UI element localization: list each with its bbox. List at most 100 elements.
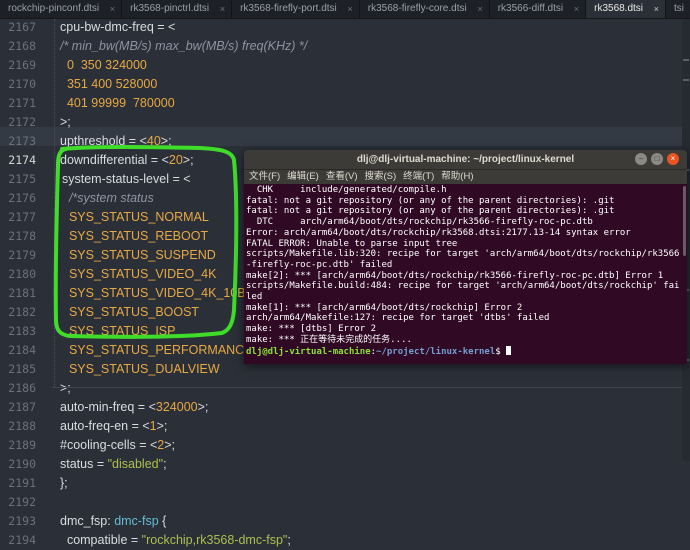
code-line[interactable]: dmc_fsp: dmc-fsp { bbox=[60, 512, 166, 531]
tab-close-icon[interactable]: × bbox=[110, 0, 115, 18]
code-token: status = bbox=[60, 457, 108, 471]
line-number: 2189 bbox=[8, 438, 36, 452]
terminal-line: scripts/Makefile.build:484: recipe for t… bbox=[246, 281, 680, 292]
code-line[interactable]: 351 400 528000 bbox=[60, 75, 157, 94]
code-token: SYS_STATUS_VIDEO_4K_10B bbox=[62, 286, 246, 300]
terminal-line: DTC arch/arm64/boot/dts/rockchip/rk3566-… bbox=[246, 217, 593, 228]
tab-4[interactable]: rk3566-diff.dtsi × bbox=[490, 0, 587, 18]
code-line[interactable]: SYS_STATUS_PERFORMANCE bbox=[62, 341, 253, 360]
line-number: 2191 bbox=[8, 476, 36, 490]
line-number: 2168 bbox=[8, 39, 36, 53]
terminal-line: fatal: not a git repository (or any of t… bbox=[246, 195, 615, 206]
terminal-scrollbar[interactable] bbox=[683, 186, 686, 256]
code-line[interactable]: SYS_STATUS_SUSPEND bbox=[62, 246, 216, 265]
line-number: 2186 bbox=[8, 381, 36, 395]
terminal-menu-item-2[interactable]: 查看(V) bbox=[324, 170, 363, 184]
code-token: >; bbox=[160, 134, 172, 148]
code-line[interactable]: SYS_STATUS_ISP bbox=[62, 322, 176, 341]
terminal-menu-item-1[interactable]: 编辑(E) bbox=[285, 170, 324, 184]
line-number: 2193 bbox=[8, 514, 36, 528]
maximize-button[interactable]: □ bbox=[651, 153, 663, 165]
code-line[interactable]: SYS_STATUS_BOOST bbox=[62, 303, 199, 322]
line-number: 2170 bbox=[8, 77, 36, 91]
code-token: upthreshold = < bbox=[60, 134, 147, 148]
code-line[interactable]: downdifferential = <20>; bbox=[60, 151, 194, 170]
tab-close-icon[interactable]: × bbox=[220, 0, 225, 18]
tab-6[interactable]: tsi bbox=[666, 0, 690, 18]
code-line[interactable]: cpu-bw-dmc-freq = < bbox=[60, 18, 175, 37]
tab-bar: rockchip-pinconf.dtsi × rk3568-pinctrl.dts… bbox=[0, 0, 690, 19]
minimap-mark bbox=[683, 79, 689, 81]
code-line[interactable]: >; bbox=[60, 379, 71, 398]
code-token: SYS_STATUS_BOOST bbox=[62, 305, 200, 319]
code-line[interactable]: SYS_STATUS_VIDEO_4K bbox=[62, 265, 217, 284]
terminal-line: led bbox=[246, 292, 263, 302]
code-line[interactable]: compatible = "rockchip,rk3568-dmc-fsp"; bbox=[60, 531, 291, 550]
code-token: 0 350 324000 bbox=[60, 58, 147, 72]
line-number-gutter: 2167 2168 2169 2170 2171 2172 2173 2174 2175 2176… bbox=[0, 19, 44, 547]
tab-label: tsi bbox=[674, 3, 685, 14]
code-line[interactable]: SYS_STATUS_NORMAL bbox=[62, 208, 209, 227]
tab-0[interactable]: rockchip-pinconf.dtsi × bbox=[0, 0, 123, 18]
code-token: 351 400 528000 bbox=[60, 77, 158, 91]
tab-close-icon[interactable]: × bbox=[477, 0, 482, 18]
code-line[interactable]: status = "disabled"; bbox=[60, 455, 167, 474]
code-token: >; bbox=[60, 115, 71, 129]
line-number: 2178 bbox=[8, 229, 36, 243]
tab-close-icon[interactable]: × bbox=[348, 0, 353, 18]
line-number: 2187 bbox=[8, 400, 36, 414]
code-line[interactable]: auto-freq-en = <1>; bbox=[60, 417, 167, 436]
code-line[interactable]: SYS_STATUS_DUALVIEW bbox=[62, 360, 220, 379]
terminal-prompt[interactable]: dlj@dlj-virtual-machine:~/project/linux-… bbox=[246, 345, 512, 357]
indent-guide bbox=[54, 19, 55, 387]
code-line[interactable]: /*system status bbox=[62, 189, 154, 208]
line-number: 2175 bbox=[8, 172, 36, 186]
code-line[interactable]: SYS_STATUS_REBOOT bbox=[62, 227, 208, 246]
code-line[interactable]: 401 99999 780000 bbox=[60, 94, 175, 113]
line-number: 2171 bbox=[8, 96, 36, 110]
minimize-button[interactable]: – bbox=[635, 153, 647, 165]
code-line[interactable]: 0 350 324000 bbox=[60, 56, 147, 75]
line-number: 2194 bbox=[8, 533, 36, 547]
code-line[interactable]: upthreshold = <40>; bbox=[60, 132, 172, 151]
tab-label: rockchip-pinconf.dtsi bbox=[8, 3, 100, 14]
code-token: SYS_STATUS_DUALVIEW bbox=[62, 362, 220, 376]
code-line[interactable]: >; bbox=[60, 113, 71, 132]
close-button[interactable]: × bbox=[667, 153, 679, 165]
terminal-window[interactable]: dlj@dlj-virtual-machine: ~/project/linux… bbox=[244, 150, 687, 364]
code-line[interactable]: /* min_bw(MB/s) max_bw(MB/s) freq(KHz) *… bbox=[60, 37, 307, 56]
code-token: downdifferential = < bbox=[60, 153, 169, 167]
code-token: /*system status bbox=[62, 191, 154, 205]
code-line[interactable]: system-status-level = < bbox=[62, 170, 191, 189]
block-divider bbox=[52, 387, 690, 388]
tab-5[interactable]: rk3568.dtsi × bbox=[586, 0, 667, 18]
tab-2[interactable]: rk3568-firefly-port.dtsi × bbox=[232, 0, 360, 18]
tab-3[interactable]: rk3568-firefly-core.dtsi × bbox=[360, 0, 490, 18]
prompt-user: dlj@dlj-virtual-machine bbox=[246, 346, 371, 357]
terminal-output[interactable]: CHK include/generated/compile.h fatal: no… bbox=[244, 184, 687, 364]
line-number: 2190 bbox=[8, 457, 36, 471]
terminal-menu-item-3[interactable]: 搜索(S) bbox=[362, 170, 401, 184]
terminal-line: scripts/Makefile.lib:320: recipe for tar… bbox=[246, 249, 680, 260]
terminal-titlebar[interactable]: dlj@dlj-virtual-machine: ~/project/linux… bbox=[244, 150, 687, 170]
code-token: >; bbox=[164, 438, 176, 452]
terminal-menu-item-4[interactable]: 终端(T) bbox=[401, 170, 439, 184]
code-line[interactable]: }; bbox=[60, 474, 68, 493]
tab-close-icon[interactable]: × bbox=[574, 0, 579, 18]
code-line[interactable]: SYS_STATUS_VIDEO_4K_10B bbox=[62, 284, 246, 303]
code-token: 40 bbox=[146, 134, 161, 148]
tab-1[interactable]: rk3568-pinctrl.dtsi × bbox=[122, 0, 233, 18]
terminal-line: -firefly-roc-pc.dtb' failed bbox=[246, 259, 393, 270]
line-number: 2169 bbox=[8, 58, 36, 72]
tab-label: rk3566-diff.dtsi bbox=[497, 3, 564, 14]
code-token: >; bbox=[197, 400, 209, 414]
tab-label: rk3568-pinctrl.dtsi bbox=[130, 3, 210, 14]
terminal-menu-item-0[interactable]: 文件(F) bbox=[247, 170, 285, 184]
minimap-mark bbox=[683, 59, 689, 61]
code-token: auto-freq-en = < bbox=[60, 419, 150, 433]
code-line[interactable]: #cooling-cells = <2>; bbox=[60, 436, 175, 455]
terminal-menu-item-5[interactable]: 帮助(H) bbox=[439, 170, 478, 184]
tab-close-icon[interactable]: × bbox=[654, 0, 659, 18]
code-line[interactable]: auto-min-freq = <324000>; bbox=[60, 398, 208, 417]
code-token: SYS_STATUS_REBOOT bbox=[62, 229, 209, 243]
